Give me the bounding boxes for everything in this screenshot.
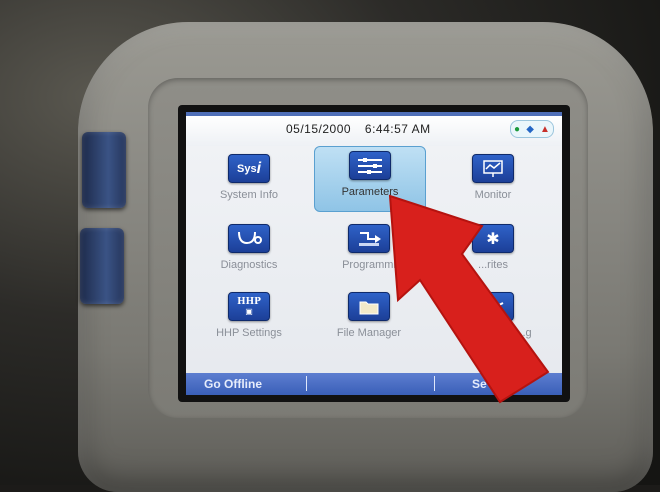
- softkey-divider: [434, 376, 435, 391]
- tile-monitor[interactable]: Monitor: [438, 150, 548, 208]
- folder-icon: [348, 292, 390, 321]
- side-button-lower[interactable]: [80, 228, 124, 304]
- tile-diagnostics[interactable]: Diagnostics: [194, 220, 304, 278]
- tile-label: File Manager: [336, 327, 402, 339]
- tile-logging[interactable]: ...g: [438, 288, 548, 346]
- tile-system-info[interactable]: Sys i System Info: [194, 150, 304, 208]
- signal-icon: ◆: [526, 123, 534, 135]
- hhp-settings-icon: HHP ▣: [228, 292, 270, 321]
- tile-favorites[interactable]: ✱ ...rites: [438, 220, 548, 278]
- tile-label: ...rites: [478, 259, 508, 271]
- tile-label: HHP Settings: [216, 327, 282, 339]
- tile-label: ...g: [516, 327, 532, 339]
- tile-hhp-settings[interactable]: HHP ▣ HHP Settings: [194, 288, 304, 346]
- monitor-icon: [472, 154, 514, 183]
- softkey-divider: [306, 376, 307, 391]
- date-text: 05/15/2000: [286, 122, 352, 136]
- softkey-right[interactable]: Se: [472, 377, 487, 391]
- connection-status-icons: ● ◆ ▲: [510, 120, 554, 138]
- tile-label: Parameters: [341, 186, 399, 198]
- tile-label: Monitor: [474, 189, 512, 201]
- tile-label: Diagnostics: [220, 259, 278, 271]
- softkey-bar: Go Offline Se: [186, 373, 562, 395]
- system-info-icon: Sys i: [228, 154, 270, 183]
- device-screen: 05/15/2000 6:44:57 AM ● ◆ ▲ Sys i System …: [186, 112, 562, 395]
- logging-icon: [472, 292, 514, 321]
- date-time: 05/15/2000 6:44:57 AM: [286, 122, 441, 136]
- stethoscope-icon: [228, 224, 270, 253]
- connection-icon: ●: [514, 123, 521, 135]
- time-text: 6:44:57 AM: [364, 122, 431, 136]
- tile-parameters[interactable]: Parameters: [314, 146, 426, 212]
- tile-programming[interactable]: Programmi: [314, 220, 424, 278]
- side-button-upper[interactable]: [82, 132, 126, 208]
- status-bar: 05/15/2000 6:44:57 AM ● ◆ ▲: [186, 112, 562, 146]
- softkey-go-offline[interactable]: Go Offline: [204, 377, 262, 391]
- programming-icon: [348, 224, 390, 253]
- favorites-icon: ✱: [472, 224, 514, 253]
- parameters-icon: [349, 151, 391, 180]
- alert-icon: ▲: [540, 123, 550, 135]
- tile-label: System Info: [219, 189, 279, 201]
- tile-file-manager[interactable]: File Manager: [314, 288, 424, 346]
- tile-label: Programmi: [342, 259, 396, 271]
